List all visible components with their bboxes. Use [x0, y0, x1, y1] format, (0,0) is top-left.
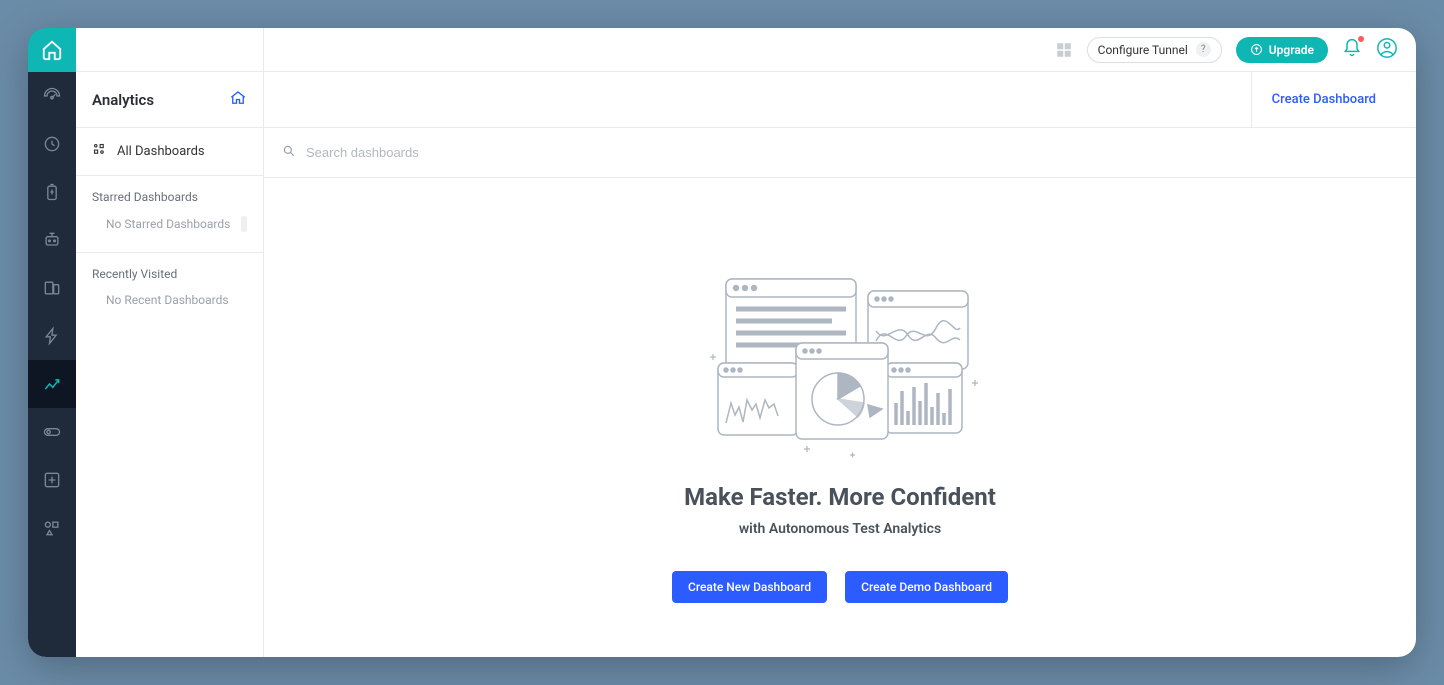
all-dashboards-label: All Dashboards: [117, 144, 205, 159]
app-window: Analytics All Dashboards Starred Dashboa…: [28, 28, 1416, 657]
grid-icon: [92, 142, 107, 161]
create-new-dashboard-button[interactable]: Create New Dashboard: [672, 571, 827, 603]
upgrade-label: Upgrade: [1269, 43, 1314, 57]
profile-icon[interactable]: [1376, 37, 1398, 63]
side-title: Analytics: [92, 91, 154, 109]
configure-tunnel-label: Configure Tunnel: [1098, 43, 1188, 57]
home-icon[interactable]: [229, 89, 247, 111]
nav-rail: [28, 28, 76, 657]
nav-battery-icon[interactable]: [28, 168, 76, 216]
recent-empty: No Recent Dashboards: [106, 293, 229, 307]
create-demo-dashboard-button[interactable]: Create Demo Dashboard: [845, 571, 1008, 603]
upgrade-button[interactable]: Upgrade: [1236, 37, 1328, 63]
main-area: Configure Tunnel ? Upgrade Create Dashbo…: [264, 28, 1416, 657]
all-dashboards-item[interactable]: All Dashboards: [76, 128, 263, 176]
side-panel: Analytics All Dashboards Starred Dashboa…: [76, 28, 264, 657]
nav-shapes-icon[interactable]: [28, 504, 76, 552]
brand-logo[interactable]: [28, 28, 76, 72]
configure-tunnel-button[interactable]: Configure Tunnel ?: [1087, 37, 1222, 63]
notifications-icon[interactable]: [1342, 38, 1362, 62]
empty-state: Make Faster. More Confident with Autonom…: [264, 178, 1416, 657]
search-input[interactable]: [306, 145, 1398, 160]
empty-state-illustration: [700, 263, 980, 467]
nav-devices-icon[interactable]: [28, 264, 76, 312]
nav-analytics-icon[interactable]: [28, 360, 76, 408]
nav-bolt-icon[interactable]: [28, 312, 76, 360]
nav-robot-icon[interactable]: [28, 216, 76, 264]
help-icon: ?: [1196, 42, 1211, 57]
hero-title: Make Faster. More Confident: [684, 483, 996, 511]
scrollbar-thumb: [241, 216, 247, 232]
search-icon: [282, 143, 296, 162]
nav-add-icon[interactable]: [28, 456, 76, 504]
nav-toggle-icon[interactable]: [28, 408, 76, 456]
nav-dashboard-icon[interactable]: [28, 72, 76, 120]
recent-label: Recently Visited: [76, 253, 263, 287]
search-bar: [264, 128, 1416, 178]
subbar: Create Dashboard: [264, 72, 1416, 128]
upgrade-icon: [1250, 43, 1263, 56]
hero-subtitle: with Autonomous Test Analytics: [739, 521, 941, 537]
side-topbar-spacer: [76, 28, 263, 72]
starred-label: Starred Dashboards: [76, 176, 263, 210]
starred-empty: No Starred Dashboards: [106, 217, 230, 231]
create-dashboard-link[interactable]: Create Dashboard: [1272, 92, 1376, 107]
apps-grid-icon[interactable]: [1055, 41, 1073, 59]
nav-history-icon[interactable]: [28, 120, 76, 168]
topbar: Configure Tunnel ? Upgrade: [264, 28, 1416, 72]
